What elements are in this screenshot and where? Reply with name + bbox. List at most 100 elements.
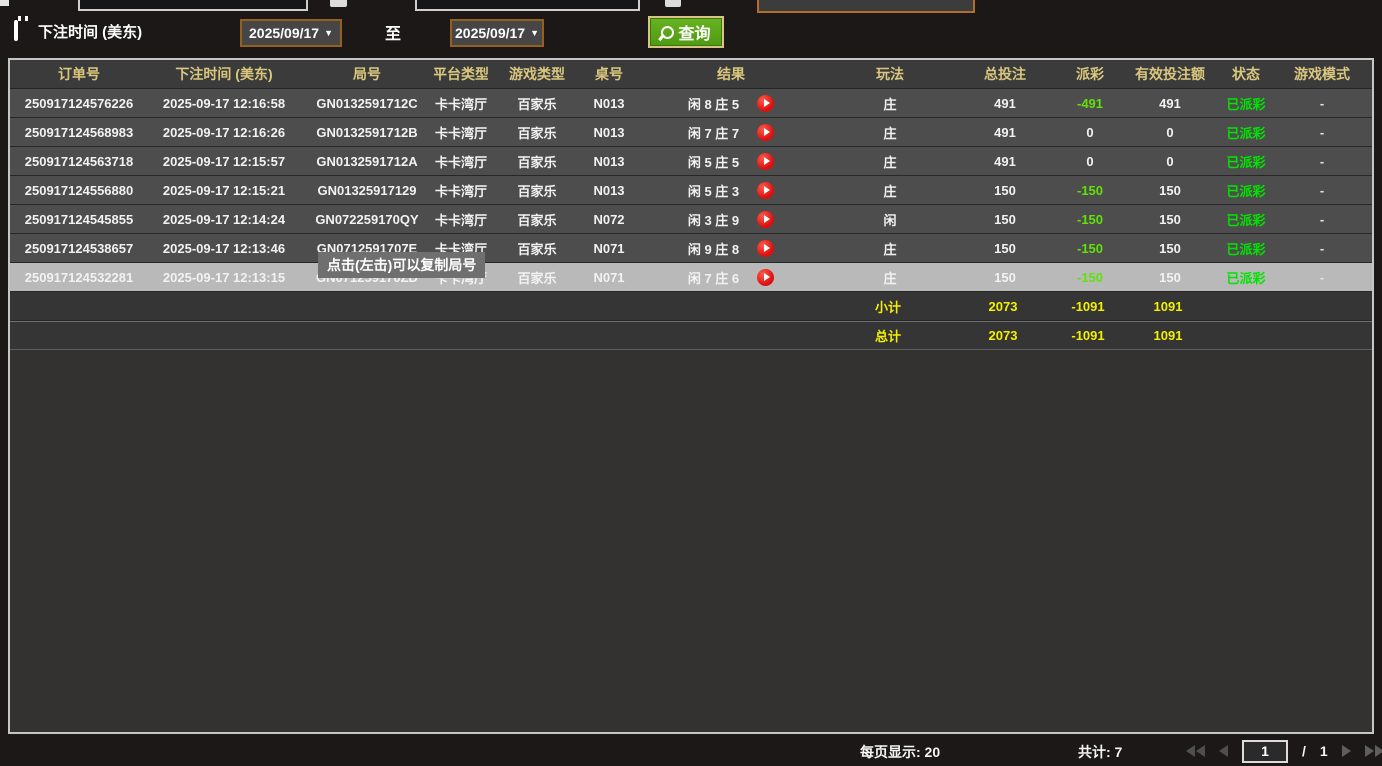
summary-spacer [10, 292, 828, 320]
play-icon[interactable] [757, 153, 774, 170]
cell-total_bet: 150 [950, 205, 1060, 233]
cell-result: 闲 5 庄 5 [632, 147, 830, 175]
summary-label: 总计 [828, 322, 948, 349]
cell-payout: -150 [1060, 263, 1120, 291]
cell-play: 庄 [830, 89, 950, 117]
cell-game_mode: - [1272, 89, 1372, 117]
cell-game_type: 百家乐 [488, 234, 586, 262]
cell-round_id[interactable]: GN0132591712A [300, 147, 434, 175]
cell-bet_time: 2025-09-17 12:16:26 [148, 118, 300, 146]
table-header-row: 订单号下注时间 (美东)局号平台类型游戏类型桌号结果玩法总投注派彩有效投注额状态… [10, 60, 1372, 89]
column-header-round_id: 局号 [300, 60, 434, 88]
total-row: 总计2073-10911091 [10, 321, 1372, 350]
play-icon[interactable] [757, 269, 774, 286]
cell-valid_bet: 0 [1120, 147, 1220, 175]
cell-total_bet: 150 [950, 176, 1060, 204]
summary-spacer [10, 322, 828, 349]
cell-platform: 卡卡湾厅 [434, 118, 488, 146]
search-icon [661, 26, 674, 39]
cell-bet_time: 2025-09-17 12:15:57 [148, 147, 300, 175]
cell-game_type: 百家乐 [488, 118, 586, 146]
cell-result: 闲 7 庄 6 [632, 263, 830, 291]
total-count-label: 共计: 7 [1078, 742, 1122, 762]
records-table: 订单号下注时间 (美东)局号平台类型游戏类型桌号结果玩法总投注派彩有效投注额状态… [8, 58, 1374, 734]
cell-order_id: 250917124556880 [10, 176, 148, 204]
column-header-status: 状态 [1220, 60, 1272, 88]
last-page-button[interactable] [1365, 745, 1382, 757]
play-icon[interactable] [757, 240, 774, 257]
cell-order_id: 250917124576226 [10, 89, 148, 117]
summary-payout: -1091 [1058, 292, 1118, 320]
column-header-result: 结果 [632, 60, 830, 88]
result-text: 闲 5 庄 5 [688, 152, 739, 171]
cell-bet_time: 2025-09-17 12:13:46 [148, 234, 300, 262]
prev-page-button[interactable] [1219, 745, 1228, 757]
cell-game_type: 百家乐 [488, 89, 586, 117]
page-separator: / [1302, 743, 1306, 759]
date-from-value: 2025/09/17 [249, 25, 319, 41]
summary-total-bet: 2073 [948, 322, 1058, 349]
table-row[interactable]: 2509171245689832025-09-17 12:16:26GN0132… [10, 118, 1372, 147]
column-header-order_id: 订单号 [10, 60, 148, 88]
cell-game_mode: - [1272, 234, 1372, 262]
table-row[interactable]: 2509171245322812025-09-17 12:13:15GN0712… [10, 263, 1372, 292]
play-icon[interactable] [757, 95, 774, 112]
cell-order_id: 250917124568983 [10, 118, 148, 146]
table-row[interactable]: 2509171245458552025-09-17 12:14:24GN0722… [10, 205, 1372, 234]
cell-total_bet: 491 [950, 147, 1060, 175]
date-to-select[interactable]: 2025/09/17▼ [450, 19, 544, 47]
page-input[interactable]: 1 [1242, 740, 1288, 763]
cell-play: 闲 [830, 205, 950, 233]
play-icon[interactable] [757, 211, 774, 228]
double-left-arrow-icon [1186, 745, 1195, 757]
cell-round_id[interactable]: GN072259170QY [300, 205, 434, 233]
column-header-valid_bet: 有效投注额 [1120, 60, 1220, 88]
play-icon[interactable] [757, 182, 774, 199]
cell-game_type: 百家乐 [488, 205, 586, 233]
total-pages: 1 [1320, 743, 1328, 759]
cell-game_mode: - [1272, 147, 1372, 175]
cell-play: 庄 [830, 176, 950, 204]
column-header-table_no: 桌号 [586, 60, 632, 88]
column-header-game_mode: 游戏模式 [1272, 60, 1372, 88]
next-page-button[interactable] [1342, 745, 1351, 757]
search-button[interactable]: 查询 [648, 16, 724, 48]
partial-text-input-2[interactable] [415, 0, 640, 11]
column-header-bet_time: 下注时间 (美东) [148, 60, 300, 88]
partial-text-input-1[interactable] [78, 0, 308, 11]
column-header-platform: 平台类型 [434, 60, 488, 88]
cell-status: 已派彩 [1220, 234, 1272, 262]
cell-game_mode: - [1272, 205, 1372, 233]
cell-round_id[interactable]: GN0132591712C [300, 89, 434, 117]
cell-table_no: N071 [586, 263, 632, 291]
table-row[interactable]: 2509171245762262025-09-17 12:16:58GN0132… [10, 89, 1372, 118]
first-page-button[interactable] [1186, 745, 1205, 757]
cell-payout: 0 [1060, 118, 1120, 146]
cell-order_id: 250917124532281 [10, 263, 148, 291]
table-row[interactable]: 2509171245386572025-09-17 12:13:46GN0712… [10, 234, 1372, 263]
table-row[interactable]: 2509171245568802025-09-17 12:15:21GN0132… [10, 176, 1372, 205]
cell-valid_bet: 150 [1120, 176, 1220, 204]
cell-total_bet: 150 [950, 234, 1060, 262]
cell-play: 庄 [830, 234, 950, 262]
result-text: 闲 8 庄 5 [688, 94, 739, 113]
table-row[interactable]: 2509171245637182025-09-17 12:15:57GN0132… [10, 147, 1372, 176]
date-from-select[interactable]: 2025/09/17▼ [240, 19, 342, 47]
summary-valid-bet: 1091 [1118, 292, 1218, 320]
cell-order_id: 250917124545855 [10, 205, 148, 233]
cell-valid_bet: 491 [1120, 89, 1220, 117]
cell-platform: 卡卡湾厅 [434, 89, 488, 117]
left-arrow-icon [1219, 745, 1228, 757]
play-icon[interactable] [757, 124, 774, 141]
cell-order_id: 250917124563718 [10, 147, 148, 175]
cell-round_id[interactable]: GN01325917129 [300, 176, 434, 204]
double-right-arrow-icon [1375, 745, 1382, 757]
cell-round_id[interactable]: GN0132591712B [300, 118, 434, 146]
cell-game_type: 百家乐 [488, 147, 586, 175]
result-text: 闲 5 庄 3 [688, 181, 739, 200]
cell-platform: 卡卡湾厅 [434, 176, 488, 204]
partial-dropdown[interactable] [757, 0, 975, 13]
right-arrow-icon [1342, 745, 1351, 757]
cell-table_no: N071 [586, 234, 632, 262]
column-header-total_bet: 总投注 [950, 60, 1060, 88]
